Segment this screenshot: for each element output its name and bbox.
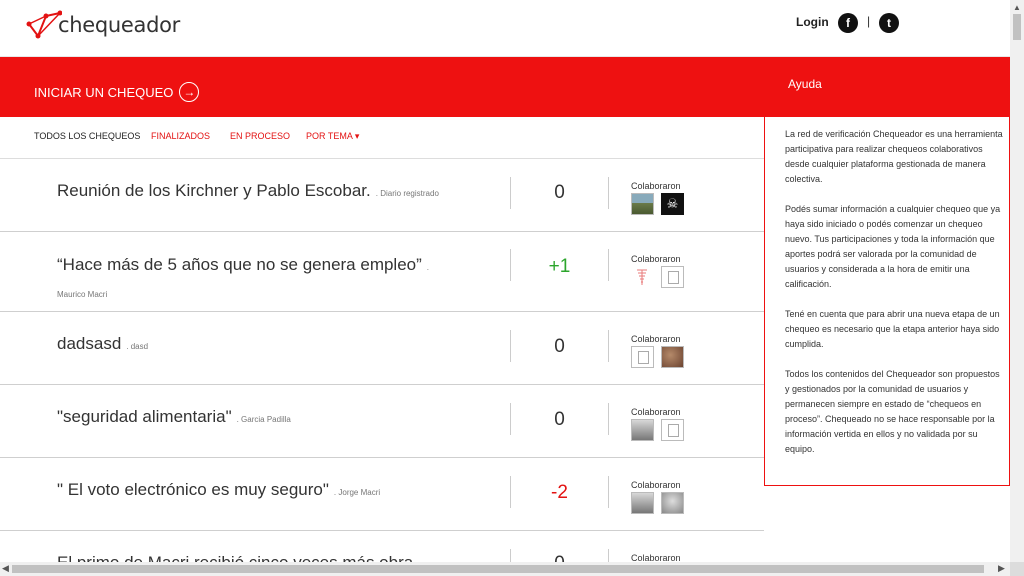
filter-by-topic[interactable]: POR TEMA ▾	[306, 131, 359, 142]
collaborator-avatars: ☠	[631, 193, 684, 215]
scroll-up-icon[interactable]: ▲	[1013, 3, 1021, 12]
avatar[interactable]	[661, 346, 684, 368]
check-item[interactable]: El primo de Macri recibió cinco veces má…	[0, 531, 764, 562]
filter-finished[interactable]: FINALIZADOS	[151, 131, 210, 141]
collaborator-avatars	[631, 419, 684, 441]
vertical-scrollbar[interactable]: ▲	[1010, 0, 1024, 576]
logo-text: chequeador	[58, 13, 181, 37]
help-paragraph: Todos los contenidos del Chequeador son …	[785, 369, 1000, 454]
scrollbar-corner	[1010, 562, 1024, 576]
check-title: El primo de Macri recibió cinco veces má…	[57, 553, 413, 562]
check-score: 0	[554, 409, 565, 430]
help-paragraph: Podés sumar información a cualquier cheq…	[785, 204, 1001, 289]
avatar[interactable]	[631, 419, 654, 441]
collaborators-label: Colaboraron	[631, 407, 681, 417]
scroll-thumb[interactable]	[1013, 14, 1021, 40]
check-title: Reunión de los Kirchner y Pablo Escobar.	[57, 181, 371, 200]
collaborators-label: Colaboraron	[631, 480, 681, 490]
check-item[interactable]: " El voto electrónico es muy seguro" . Jo…	[0, 458, 764, 531]
start-check-button[interactable]: INICIAR UN CHEQUEO →	[34, 82, 200, 102]
check-item[interactable]: dadsasd . dasd 0 Colaboraron	[0, 312, 764, 385]
separator: |	[867, 14, 871, 28]
start-banner: INICIAR UN CHEQUEO →	[0, 57, 764, 117]
help-title: Ayuda	[765, 57, 1009, 117]
check-score: -2	[551, 482, 568, 503]
login-link[interactable]: Login	[796, 15, 829, 29]
stamp-icon	[637, 269, 647, 285]
avatar[interactable]	[661, 419, 684, 441]
collaborator-avatars	[631, 346, 684, 368]
check-title-row[interactable]: "seguridad alimentaria" . Garcia Padilla	[57, 407, 291, 427]
collaborators-label: Colaboraron	[631, 334, 681, 344]
scroll-thumb[interactable]	[12, 565, 984, 573]
help-paragraph: Tené en cuenta que para abrir una nueva …	[785, 309, 1000, 349]
twitter-icon[interactable]: t	[879, 13, 899, 33]
check-source: .	[426, 263, 430, 272]
help-paragraph: La red de verificación Chequeador es una…	[785, 129, 1003, 184]
check-source: . Diario registrado	[375, 189, 439, 198]
filter-bar: TODOS LOS CHEQUEOS FINALIZADOS EN PROCES…	[0, 117, 764, 159]
check-score: 0	[511, 553, 608, 562]
divider	[608, 249, 609, 281]
check-title-row[interactable]: " El voto electrónico es muy seguro" . Jo…	[57, 480, 380, 500]
check-source: . dasd	[126, 342, 149, 351]
check-score: 0	[554, 182, 565, 203]
scroll-left-icon[interactable]: ◀	[2, 563, 9, 574]
check-title-row[interactable]: “Hace más de 5 años que no se genera emp…	[57, 255, 429, 275]
help-body: La red de verificación Chequeador es una…	[765, 117, 1009, 457]
logo[interactable]: chequeador	[26, 10, 180, 40]
check-title: "seguridad alimentaria"	[57, 407, 232, 426]
check-score: +1	[548, 256, 571, 277]
check-item[interactable]: “Hace más de 5 años que no se genera emp…	[0, 232, 764, 312]
filter-all[interactable]: TODOS LOS CHEQUEOS	[34, 131, 140, 141]
check-title-row[interactable]: dadsasd . dasd	[57, 334, 148, 354]
divider	[608, 330, 609, 362]
check-item[interactable]: Reunión de los Kirchner y Pablo Escobar.…	[0, 159, 764, 232]
divider	[608, 476, 609, 508]
check-title-row[interactable]: Reunión de los Kirchner y Pablo Escobar.…	[57, 181, 439, 201]
check-title: " El voto electrónico es muy seguro"	[57, 480, 329, 499]
facebook-icon[interactable]: f	[838, 13, 858, 33]
divider	[608, 549, 609, 562]
collaborators-label: Colaboraron	[631, 181, 681, 191]
logo-network-icon	[26, 10, 62, 39]
check-title: dadsasd	[57, 334, 122, 353]
collaborator-avatars	[631, 266, 684, 288]
filter-in-progress[interactable]: EN PROCESO	[230, 131, 290, 141]
arrow-right-icon: →	[179, 82, 200, 102]
check-source: . Jorge Macri	[333, 488, 381, 497]
check-title-row[interactable]: El primo de Macri recibió cinco veces má…	[57, 553, 413, 562]
avatar[interactable]	[631, 492, 654, 514]
avatar[interactable]	[661, 492, 684, 514]
help-panel: Ayuda La red de verificación Chequeador …	[764, 57, 1010, 486]
avatar[interactable]	[631, 193, 654, 215]
check-item[interactable]: "seguridad alimentaria". Garcia Padilla …	[0, 385, 764, 458]
check-title: “Hace más de 5 años que no se genera emp…	[57, 255, 422, 274]
avatar[interactable]	[661, 266, 684, 288]
avatar[interactable]	[631, 266, 654, 288]
top-header: chequeador Login f | t	[0, 0, 1010, 57]
collaborator-avatars	[631, 492, 684, 514]
check-author: Maurico Macri	[57, 290, 108, 299]
avatar[interactable]	[631, 346, 654, 368]
check-score: 0	[554, 336, 565, 357]
horizontal-scrollbar[interactable]: ◀ ▶	[0, 562, 1010, 576]
collaborators-label: Colaboraron	[631, 254, 681, 264]
divider	[608, 403, 609, 435]
avatar[interactable]: ☠	[661, 193, 684, 215]
start-check-label: INICIAR UN CHEQUEO	[34, 84, 174, 100]
check-source: . Garcia Padilla	[236, 415, 291, 424]
scroll-right-icon[interactable]: ▶	[998, 563, 1005, 574]
collaborators-label: Colaboraron	[631, 553, 681, 562]
divider	[608, 177, 609, 209]
